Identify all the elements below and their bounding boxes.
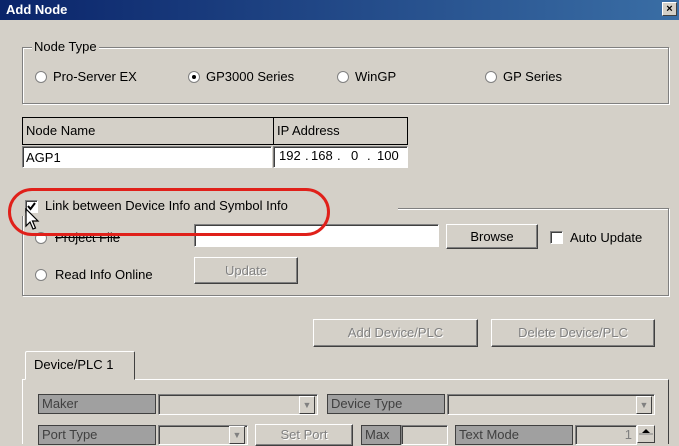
highlight-ring bbox=[8, 188, 330, 236]
text-mode-field[interactable]: 1 bbox=[575, 425, 637, 445]
auto-update-label: Auto Update bbox=[570, 230, 643, 245]
radio-label-gp-series: GP Series bbox=[503, 69, 563, 84]
close-button[interactable]: × bbox=[662, 2, 677, 16]
radio-label-wingp: WinGP bbox=[355, 69, 397, 84]
device-type-select[interactable] bbox=[447, 394, 655, 415]
radio-label-gp3000-series: GP3000 Series bbox=[206, 69, 295, 84]
device-type-label: Device Type bbox=[327, 394, 445, 414]
max-field[interactable] bbox=[401, 425, 448, 445]
auto-update-checkbox[interactable] bbox=[550, 231, 563, 244]
device-type-dropdown-arrow-icon[interactable]: ▼ bbox=[636, 396, 652, 414]
update-button[interactable]: Update bbox=[194, 257, 298, 284]
text-mode-value: 1 bbox=[624, 427, 632, 442]
ip-dot-2: . bbox=[337, 148, 341, 163]
maker-dropdown-arrow-icon[interactable]: ▼ bbox=[299, 396, 315, 414]
radio-wingp[interactable] bbox=[337, 71, 349, 83]
ip-octet-3: 0 bbox=[351, 148, 359, 163]
read-info-online-label: Read Info Online bbox=[55, 267, 153, 282]
window-title: Add Node bbox=[6, 2, 68, 17]
tab-device-plc-1[interactable]: Device/PLC 1 bbox=[25, 351, 135, 380]
ip-octet-1: 192 bbox=[279, 148, 301, 163]
text-mode-spinner[interactable] bbox=[637, 425, 655, 443]
node-name-header: Node Name bbox=[22, 117, 274, 145]
port-type-label: Port Type bbox=[38, 425, 156, 445]
ip-address-field[interactable]: 192 . 168 . 0 . 100 bbox=[273, 146, 408, 168]
max-label: Max bbox=[361, 425, 401, 445]
radio-read-info-online[interactable] bbox=[35, 269, 47, 281]
maker-select[interactable] bbox=[158, 394, 318, 415]
text-mode-label: Text Mode bbox=[455, 425, 573, 445]
port-type-dropdown-arrow-icon[interactable]: ▼ bbox=[229, 426, 245, 444]
ip-octet-4: 100 bbox=[377, 148, 399, 163]
ip-address-header: IP Address bbox=[273, 117, 408, 145]
ip-dot-3: . bbox=[367, 148, 371, 163]
radio-gp3000-series[interactable] bbox=[188, 71, 200, 83]
radio-label-pro-server-ex: Pro-Server EX bbox=[53, 69, 137, 84]
ip-dot-1: . bbox=[305, 148, 309, 163]
node-type-legend: Node Type bbox=[32, 39, 99, 54]
browse-button[interactable]: Browse bbox=[446, 224, 538, 249]
maker-label: Maker bbox=[38, 394, 156, 414]
title-bar bbox=[0, 0, 679, 20]
radio-pro-server-ex[interactable] bbox=[35, 71, 47, 83]
radio-gp-series[interactable] bbox=[485, 71, 497, 83]
tab-device-plc-1-label: Device/PLC 1 bbox=[34, 357, 114, 372]
node-name-field[interactable]: AGP1 bbox=[22, 146, 272, 168]
add-device-plc-button[interactable]: Add Device/PLC bbox=[313, 319, 478, 347]
ip-octet-2: 168 bbox=[311, 148, 333, 163]
mouse-cursor-icon bbox=[25, 208, 40, 230]
delete-device-plc-button[interactable]: Delete Device/PLC bbox=[491, 319, 655, 347]
spinner-arrows-icon bbox=[639, 429, 653, 435]
